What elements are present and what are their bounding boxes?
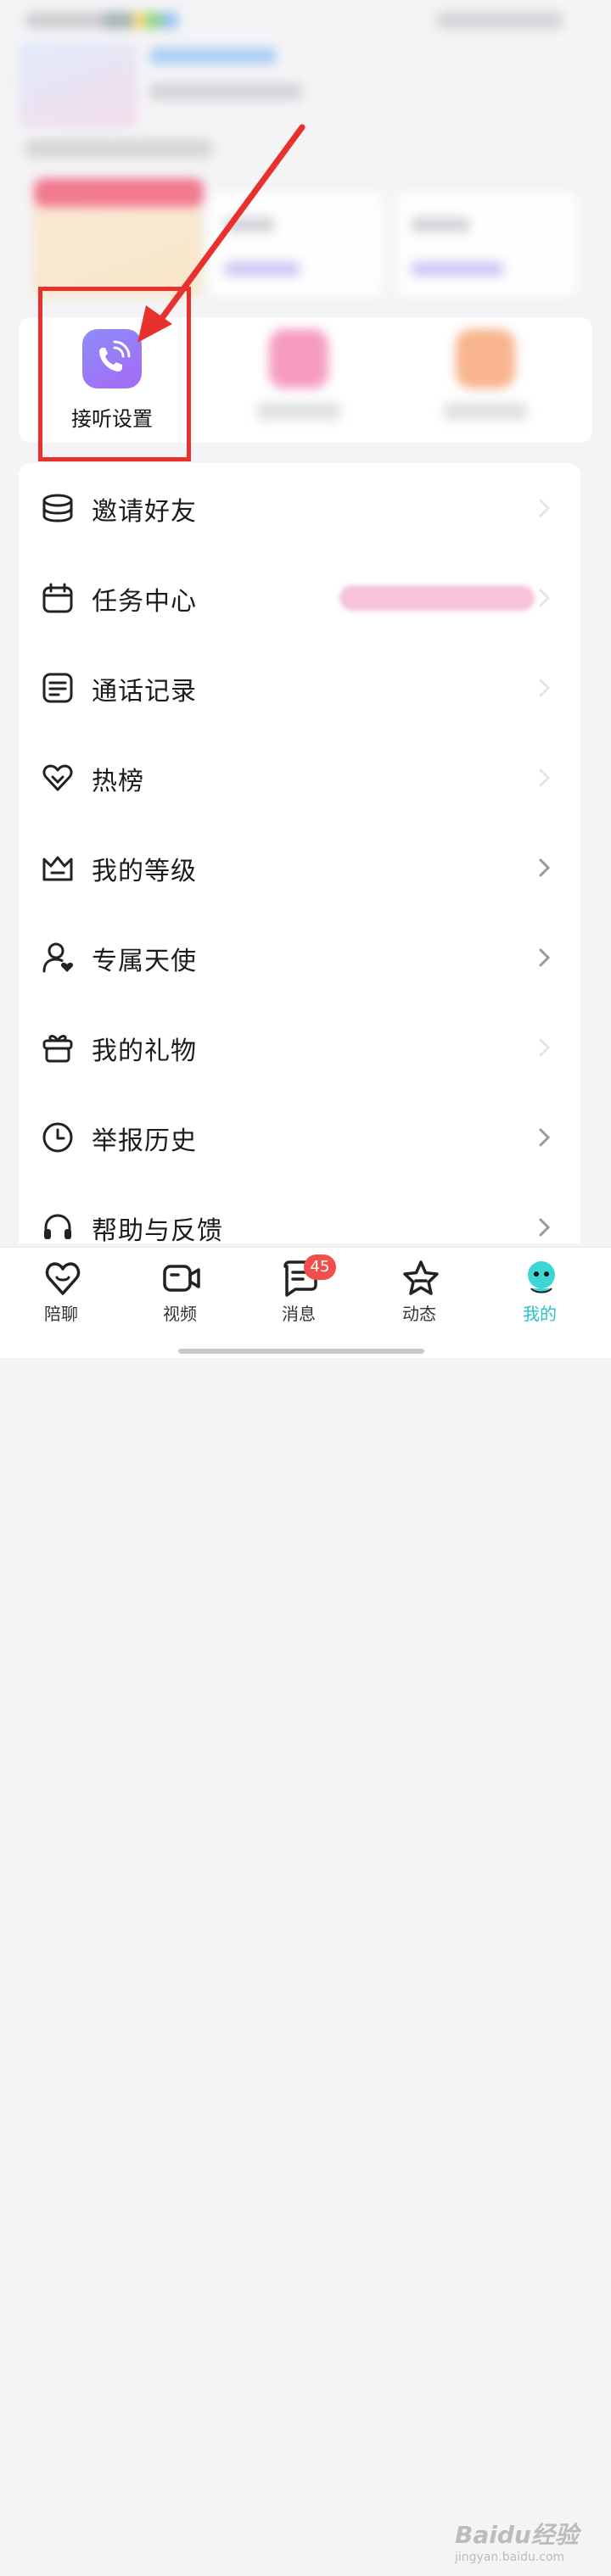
star-icon <box>403 1260 439 1295</box>
bottom-nav: 陪聊 视频 45 消息 动态 我的 Baidu经验 jingyan.baidu.… <box>0 1247 611 2564</box>
menu-label: 任务中心 <box>92 587 197 617</box>
chevron-right-icon <box>539 1128 551 1147</box>
tab-companion-chat[interactable]: 陪聊 <box>2 1248 121 1358</box>
home-indicator[interactable] <box>178 1349 424 1354</box>
watermark-subtitle: jingyan.baidu.com <box>455 2551 565 2564</box>
watermark: Baidu经验 jingyan.baidu.com <box>455 2517 608 2576</box>
tab-label: 消息 <box>282 1304 316 1324</box>
user-heart-icon <box>42 942 74 973</box>
menu-label: 举报历史 <box>92 1126 197 1156</box>
menu-list: 邀请好友 任务中心 通话记录 热榜 我的等级 专属天使 我的礼物 举报历史 帮助… <box>19 463 580 1246</box>
headset-icon <box>44 1214 71 1239</box>
calendar-icon <box>42 583 73 613</box>
menu-item-exclusive-angel[interactable]: 专属天使 <box>19 913 580 1003</box>
heart-icon <box>45 1262 81 1295</box>
document-icon <box>42 673 73 703</box>
chevron-right-icon <box>539 589 551 607</box>
menu-item-my-level[interactable]: 我的等级 <box>19 823 580 913</box>
menu-label: 我的等级 <box>92 857 197 886</box>
task-promo-badge <box>339 585 535 611</box>
tab-label: 我的 <box>523 1304 557 1324</box>
clock-icon <box>42 1122 73 1153</box>
tab-me[interactable]: 我的 <box>480 1248 599 1358</box>
menu-item-report-history[interactable]: 举报历史 <box>19 1092 580 1182</box>
menu-item-tasks[interactable]: 任务中心 <box>19 553 580 643</box>
annotation-arrow-icon <box>137 124 306 343</box>
chevron-right-icon <box>539 858 551 877</box>
heart-outline-icon <box>42 764 73 791</box>
menu-item-hot-list[interactable]: 热榜 <box>19 733 580 823</box>
tab-label: 陪聊 <box>44 1304 78 1324</box>
tab-label: 动态 <box>402 1304 436 1324</box>
profile-mascot-icon <box>528 1261 555 1294</box>
menu-label: 我的礼物 <box>92 1037 197 1066</box>
menu-label: 通话记录 <box>92 677 197 707</box>
tab-messages[interactable]: 45 消息 <box>239 1248 358 1358</box>
menu-item-call-log[interactable]: 通话记录 <box>19 643 580 733</box>
menu-label: 专属天使 <box>92 947 197 976</box>
unread-badge: 45 <box>304 1254 336 1280</box>
chevron-right-icon <box>539 768 551 787</box>
tab-video[interactable]: 视频 <box>121 1248 239 1358</box>
crown-icon <box>42 856 73 881</box>
video-camera-icon <box>163 1265 200 1292</box>
chevron-right-icon <box>539 1038 551 1057</box>
chevron-right-icon <box>539 679 551 697</box>
tab-moments[interactable]: 动态 <box>360 1248 479 1358</box>
gift-icon <box>42 1035 73 1063</box>
menu-label: 帮助与反馈 <box>92 1216 223 1246</box>
chevron-right-icon <box>539 948 551 967</box>
menu-label: 热榜 <box>92 767 144 796</box>
tab-label: 视频 <box>163 1304 197 1324</box>
menu-item-my-gifts[interactable]: 我的礼物 <box>19 1003 580 1092</box>
chevron-right-icon <box>539 1218 551 1237</box>
watermark-title: Baidu经验 <box>455 2521 579 2549</box>
